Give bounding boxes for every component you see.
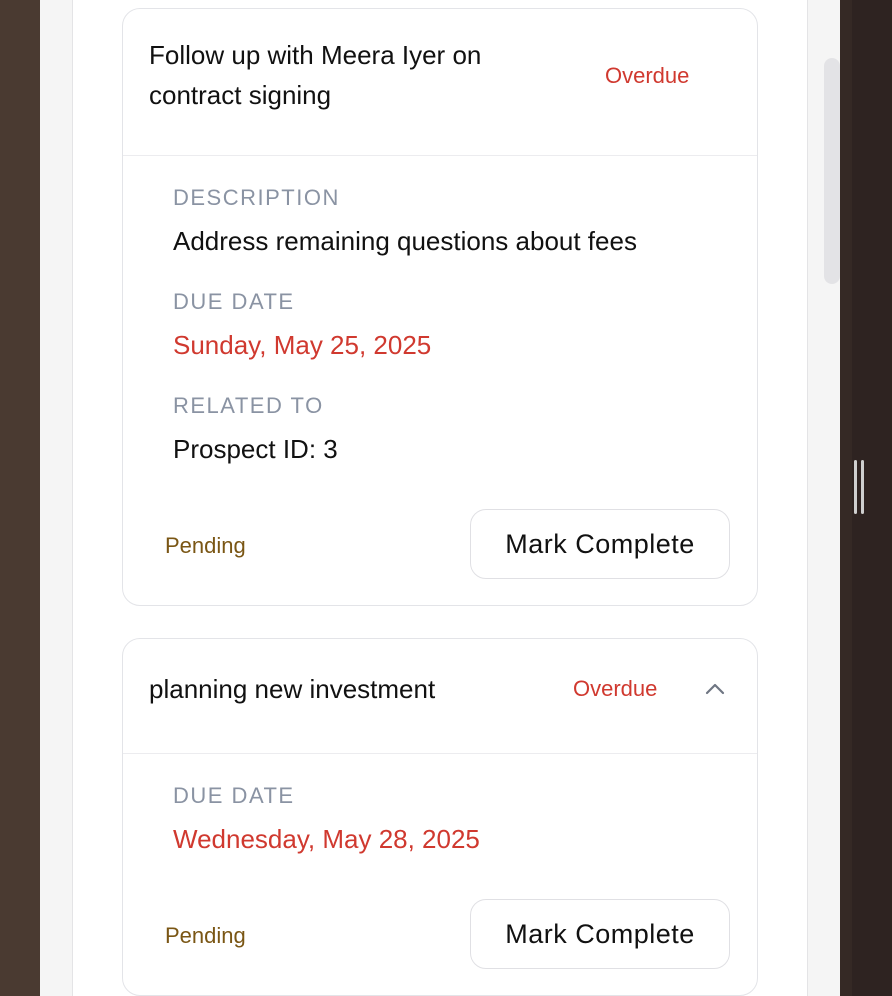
background-left xyxy=(0,0,40,996)
mark-complete-button[interactable]: Mark Complete xyxy=(470,899,730,969)
due-date-value: Wednesday, May 28, 2025 xyxy=(173,824,480,854)
chevron-up-icon[interactable] xyxy=(703,677,727,701)
resize-grip-line xyxy=(861,460,864,514)
overdue-badge: Overdue xyxy=(573,676,658,701)
related-to-value: Prospect ID: 3 xyxy=(173,434,338,464)
scrollbar-thumb[interactable] xyxy=(824,58,840,284)
task-card: planning new investment Overdue DUE DATE… xyxy=(122,638,758,996)
task-card-header[interactable]: Follow up with Meera Iyer on contract si… xyxy=(123,9,757,156)
overdue-badge: Overdue xyxy=(605,63,690,88)
resize-handle[interactable] xyxy=(852,460,866,514)
resize-grip-line xyxy=(854,460,857,514)
task-title: Follow up with Meera Iyer on contract si… xyxy=(149,40,482,110)
background-right xyxy=(840,0,892,996)
description-value: Address remaining questions about fees xyxy=(173,226,637,256)
due-date-value: Sunday, May 25, 2025 xyxy=(173,330,432,360)
due-date-label: DUE DATE xyxy=(173,783,295,808)
task-card: Follow up with Meera Iyer on contract si… xyxy=(122,8,758,606)
status-text: Pending xyxy=(165,533,246,558)
window-edge xyxy=(840,0,852,996)
related-to-label: RELATED TO xyxy=(173,393,324,418)
due-date-label: DUE DATE xyxy=(173,289,295,314)
status-text: Pending xyxy=(165,923,246,948)
scrollbar[interactable] xyxy=(822,0,840,996)
task-title: planning new investment xyxy=(149,674,436,704)
task-card-header[interactable]: planning new investment Overdue xyxy=(123,639,757,754)
mark-complete-button[interactable]: Mark Complete xyxy=(470,509,730,579)
description-label: DESCRIPTION xyxy=(173,185,340,210)
